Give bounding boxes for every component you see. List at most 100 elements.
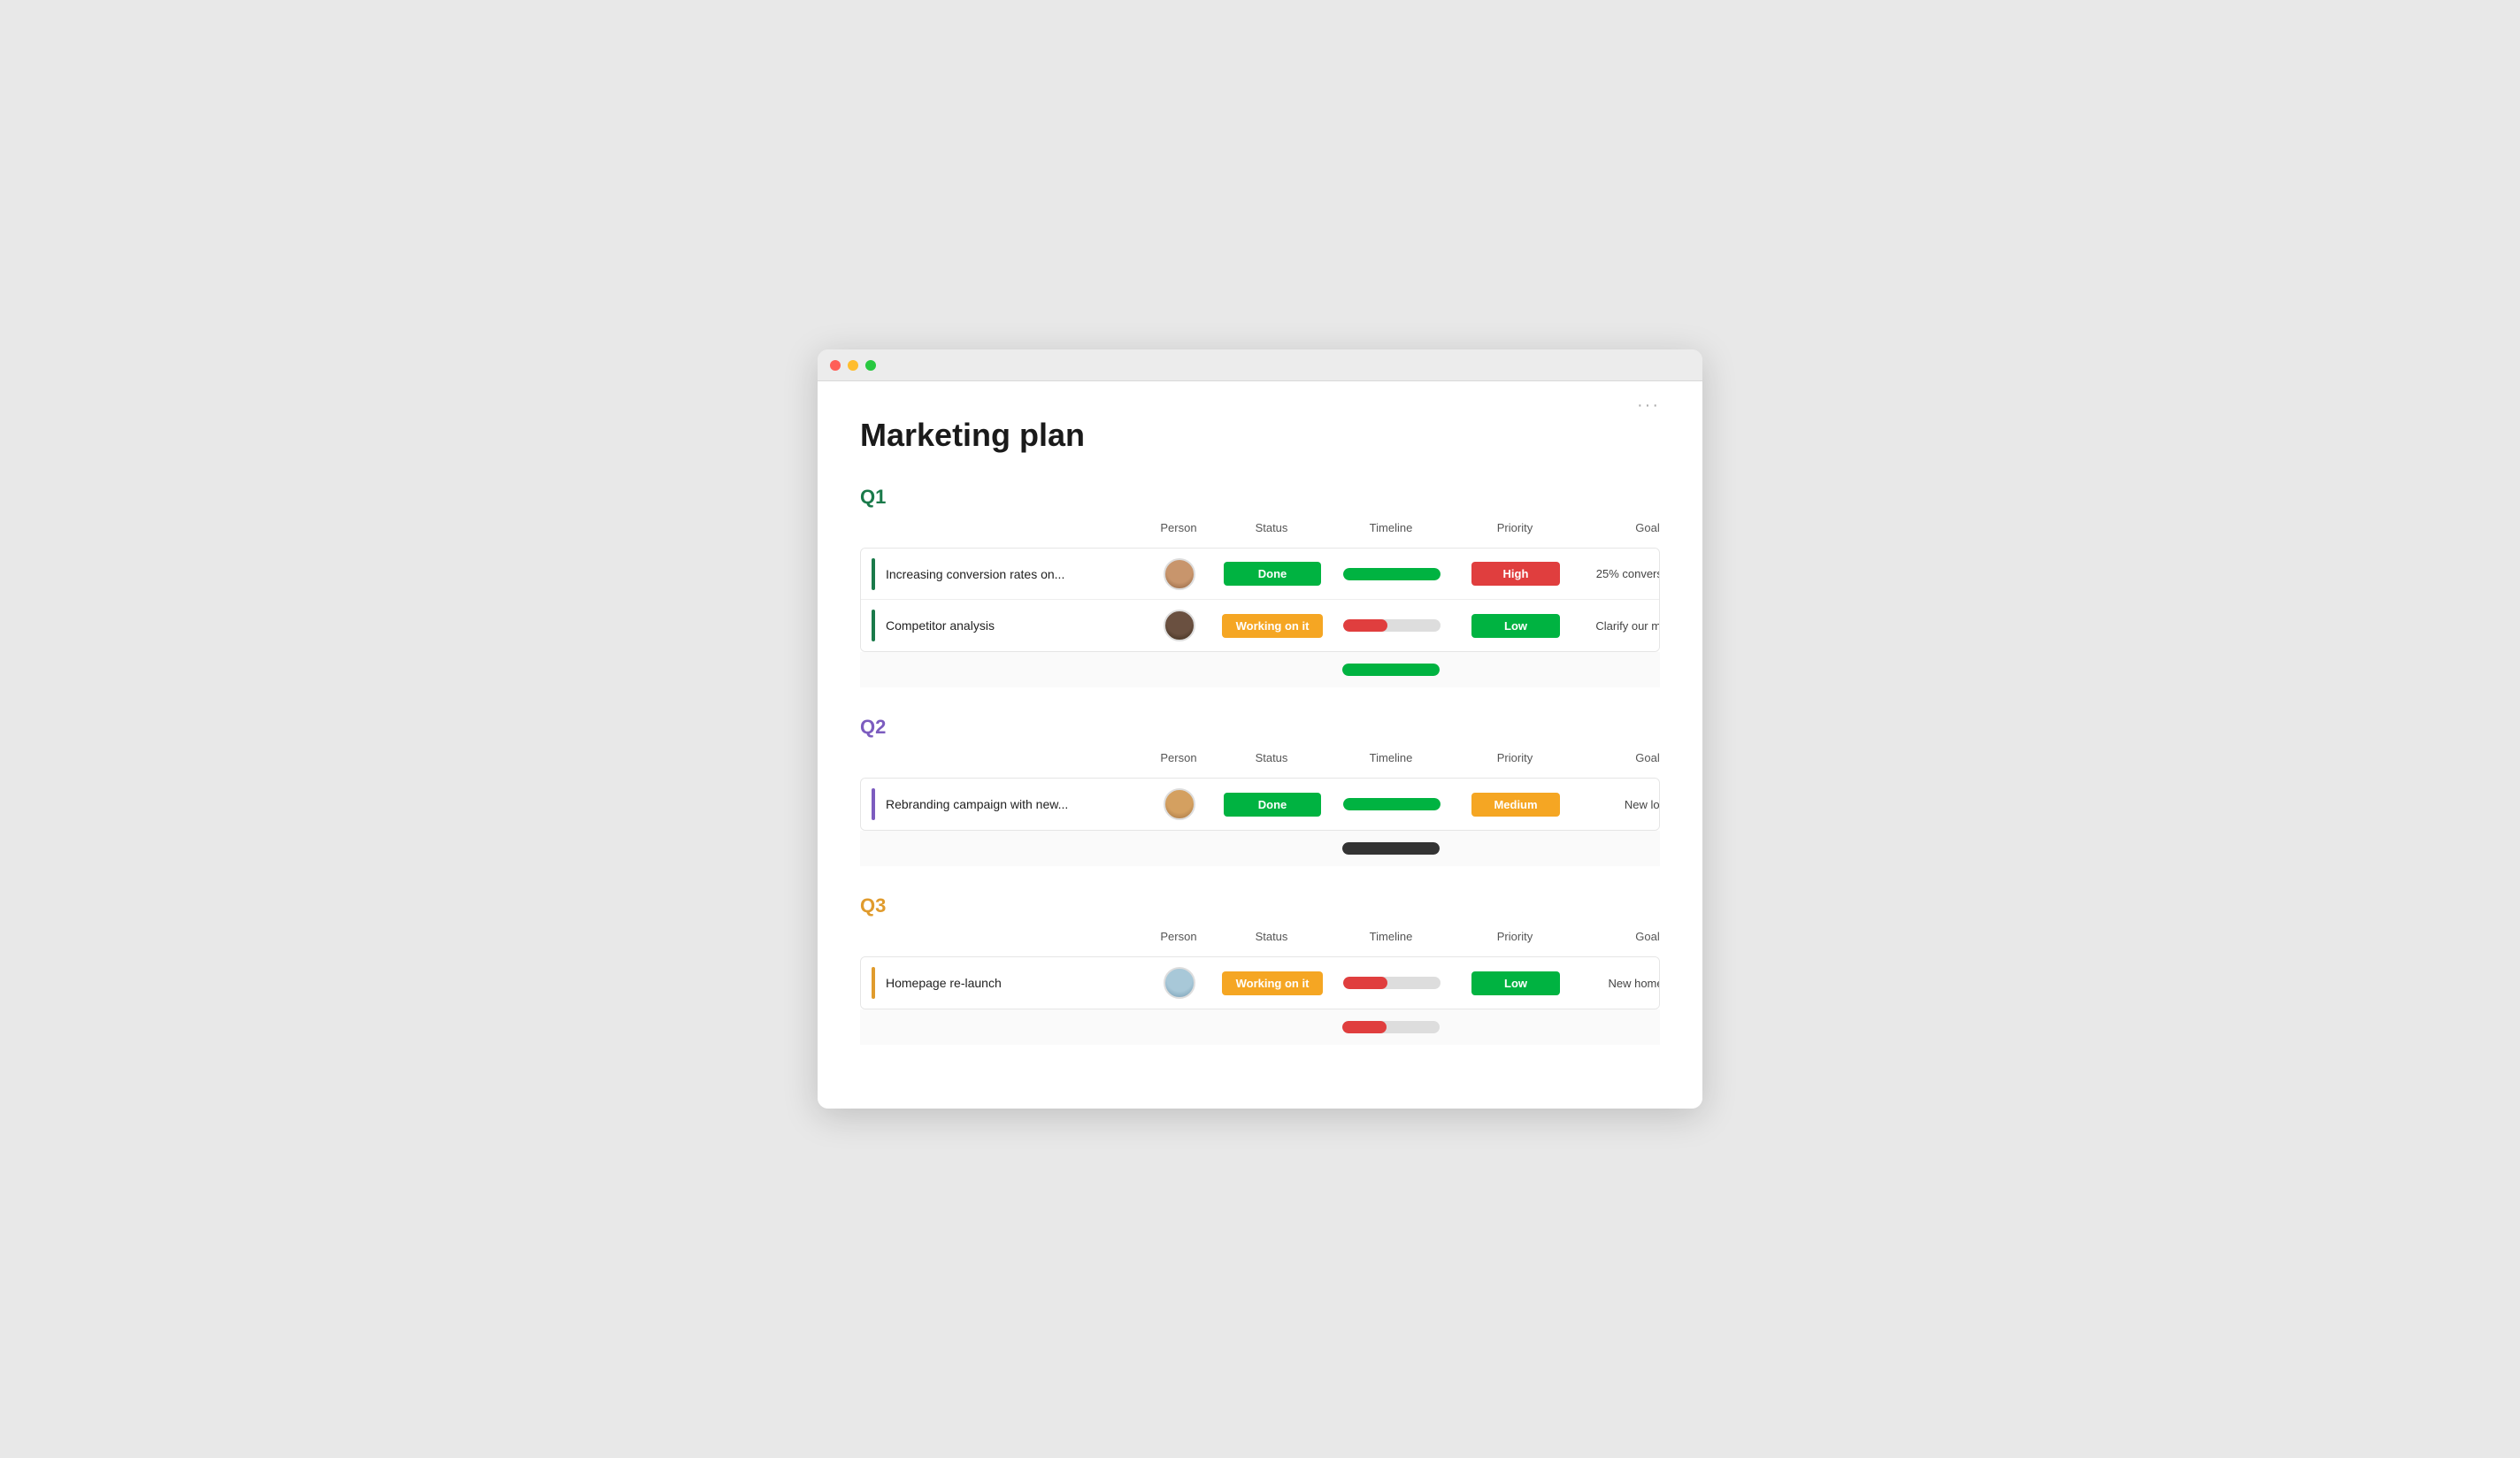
col-header-timeline-q2: Timeline — [1329, 751, 1453, 772]
section-title-q3: Q3 — [860, 894, 886, 917]
col-headers-q2: Person Status Timeline Priority Goal Bud… — [860, 748, 1660, 776]
task-cell: Increasing conversion rates on... — [861, 558, 1144, 590]
timeline-bar — [1343, 568, 1441, 580]
col-header-person-q1: Person — [1143, 521, 1214, 542]
goal-cell: 25% conversion rate — [1578, 567, 1660, 580]
status-cell: Done — [1215, 793, 1330, 817]
goal-cell: Clarify our main co... — [1578, 619, 1660, 633]
timeline-cell — [1330, 568, 1454, 580]
sum-timeline — [1329, 664, 1453, 676]
sum-timeline-bar — [1342, 664, 1440, 676]
col-header-timeline-q3: Timeline — [1329, 930, 1453, 951]
task-cell: Competitor analysis — [861, 610, 1144, 641]
col-header-timeline-q1: Timeline — [1329, 521, 1453, 542]
priority-cell: High — [1454, 562, 1578, 586]
table-row: Increasing conversion rates on... Done — [861, 549, 1659, 600]
task-name: Competitor analysis — [886, 618, 995, 633]
task-name: Homepage re-launch — [886, 976, 1002, 990]
timeline-bar — [1343, 977, 1441, 989]
section-header-q2: Q2 — [860, 716, 1660, 739]
col-header-priority-q2: Priority — [1453, 751, 1577, 772]
status-badge[interactable]: Done — [1224, 562, 1321, 586]
col-header-task — [860, 521, 1143, 542]
section-header-q3: Q3 — [860, 894, 1660, 917]
app-window: Marketing plan ··· Q1 Person Status Time… — [818, 349, 1702, 1109]
timeline-cell — [1330, 977, 1454, 989]
timeline-fill — [1343, 798, 1441, 810]
sum-timeline-fill — [1342, 1021, 1387, 1033]
more-options-button[interactable]: ··· — [1637, 395, 1660, 416]
status-cell: Working on it — [1215, 614, 1330, 638]
section-title-q2: Q2 — [860, 716, 886, 739]
col-headers-q1: Person Status Timeline Priority Goal Bud… — [860, 518, 1660, 546]
col-header-goal-q1: Goal — [1577, 521, 1702, 542]
status-cell: Done — [1215, 562, 1330, 586]
timeline-bar — [1343, 619, 1441, 632]
col-headers-q3: Person Status Timeline Priority Goal Bud… — [860, 926, 1660, 955]
minimize-button[interactable] — [848, 360, 858, 371]
avatar — [1164, 967, 1195, 999]
main-content: Marketing plan ··· Q1 Person Status Time… — [818, 381, 1702, 1109]
section-title-q1: Q1 — [860, 486, 886, 509]
avatar — [1164, 788, 1195, 820]
table-q2: Rebranding campaign with new... Done — [860, 778, 1660, 831]
goal-cell: New homepage — [1578, 977, 1660, 990]
maximize-button[interactable] — [865, 360, 876, 371]
priority-badge[interactable]: Low — [1471, 971, 1560, 995]
section-header-q1: Q1 — [860, 486, 1660, 509]
col-header-task — [860, 930, 1143, 951]
timeline-fill — [1343, 568, 1441, 580]
sum-timeline — [1329, 842, 1453, 855]
col-header-task — [860, 751, 1143, 772]
sum-timeline — [1329, 1021, 1453, 1033]
task-border — [872, 558, 875, 590]
timeline-bar — [1343, 798, 1441, 810]
table-row: Rebranding campaign with new... Done — [861, 779, 1659, 830]
timeline-fill — [1343, 619, 1387, 632]
col-header-status-q2: Status — [1214, 751, 1329, 772]
col-header-status-q3: Status — [1214, 930, 1329, 951]
table-q3: Homepage re-launch Working on it L — [860, 956, 1660, 1009]
task-border — [872, 610, 875, 641]
status-badge[interactable]: Working on it — [1222, 614, 1324, 638]
priority-cell: Low — [1454, 614, 1578, 638]
sum-timeline-fill — [1342, 664, 1440, 676]
sum-row-q2: $3,000 sum — [860, 831, 1660, 866]
status-badge[interactable]: Working on it — [1222, 971, 1324, 995]
priority-badge[interactable]: Medium — [1471, 793, 1560, 817]
sum-row-q3: $4,550 sum — [860, 1009, 1660, 1045]
col-header-priority-q1: Priority — [1453, 521, 1577, 542]
col-header-goal-q2: Goal — [1577, 751, 1702, 772]
priority-badge[interactable]: Low — [1471, 614, 1560, 638]
sum-timeline-bar — [1342, 1021, 1440, 1033]
task-border — [872, 788, 875, 820]
priority-cell: Medium — [1454, 793, 1578, 817]
sum-timeline-bar — [1342, 842, 1440, 855]
task-cell: Rebranding campaign with new... — [861, 788, 1144, 820]
table-q1: Increasing conversion rates on... Done — [860, 548, 1660, 652]
status-cell: Working on it — [1215, 971, 1330, 995]
col-header-priority-q3: Priority — [1453, 930, 1577, 951]
col-header-person-q3: Person — [1143, 930, 1214, 951]
section-q2: Q2 Person Status Timeline Priority Goal … — [860, 716, 1660, 866]
sum-timeline-fill — [1342, 842, 1440, 855]
table-row: Homepage re-launch Working on it L — [861, 957, 1659, 1009]
close-button[interactable] — [830, 360, 841, 371]
avatar — [1164, 558, 1195, 590]
goal-cell: New logo — [1578, 798, 1660, 811]
status-badge[interactable]: Done — [1224, 793, 1321, 817]
task-border — [872, 967, 875, 999]
avatar — [1164, 610, 1195, 641]
sum-row-q1: $6,200 sum — [860, 652, 1660, 687]
col-header-goal-q3: Goal — [1577, 930, 1702, 951]
task-name: Rebranding campaign with new... — [886, 797, 1068, 811]
titlebar — [818, 349, 1702, 381]
timeline-cell — [1330, 798, 1454, 810]
col-header-person-q2: Person — [1143, 751, 1214, 772]
task-cell: Homepage re-launch — [861, 967, 1144, 999]
page-title: Marketing plan — [860, 417, 1660, 454]
task-name: Increasing conversion rates on... — [886, 567, 1064, 581]
priority-badge[interactable]: High — [1471, 562, 1560, 586]
section-q1: Q1 Person Status Timeline Priority Goal … — [860, 486, 1660, 687]
timeline-fill — [1343, 977, 1387, 989]
